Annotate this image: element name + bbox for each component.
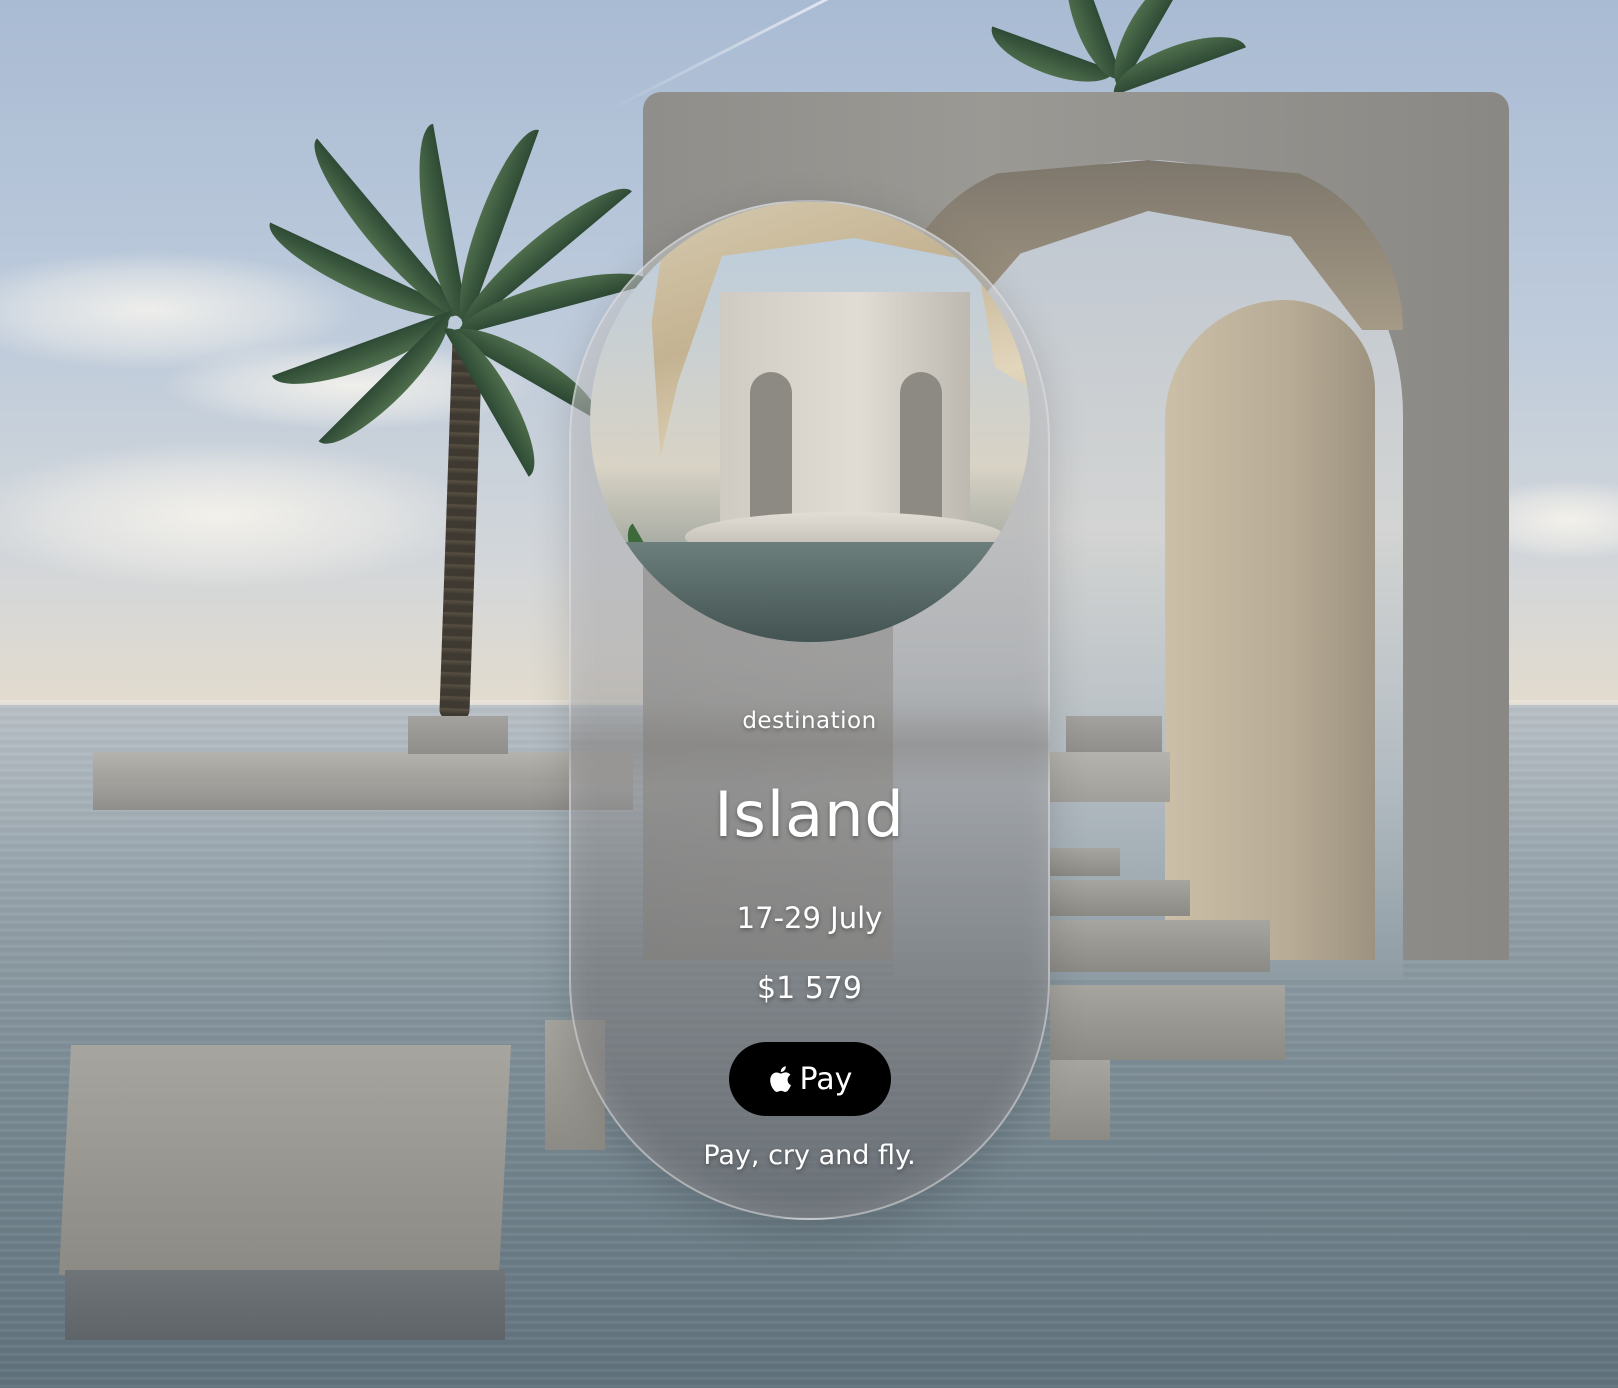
stepping-stone <box>1050 920 1270 972</box>
cloud <box>0 440 480 590</box>
planter <box>1066 716 1162 754</box>
pool <box>590 542 1030 642</box>
destination-label: destination <box>742 708 877 734</box>
stepping-stone <box>58 1045 512 1275</box>
pavilion-door <box>900 372 942 522</box>
apple-pay-button[interactable]: Pay <box>729 1042 891 1116</box>
destination-title: Island <box>714 778 905 851</box>
travel-booking-screen: destination Island 17-29 July $1 579 Pay… <box>0 0 1618 1388</box>
stepping-stone <box>1050 1060 1110 1140</box>
travel-dates: 17-29 July <box>736 901 883 935</box>
stepping-stone <box>1050 985 1285 1060</box>
apple-logo-icon <box>768 1065 792 1093</box>
arch-inner-wall <box>1165 300 1375 960</box>
tagline: Pay, cry and fly. <box>703 1140 916 1171</box>
pay-button-label: Pay <box>799 1061 853 1097</box>
destination-photo <box>590 202 1030 642</box>
pavilion-door <box>750 372 792 522</box>
stepping-stone <box>1050 848 1120 876</box>
planter <box>408 716 508 754</box>
stepping-stone <box>65 1270 505 1340</box>
price: $1 579 <box>757 971 862 1006</box>
stepping-stone <box>1050 880 1190 916</box>
pool-deck <box>93 752 633 782</box>
pool-deck <box>1050 752 1170 802</box>
pool-deck-edge <box>93 782 633 810</box>
